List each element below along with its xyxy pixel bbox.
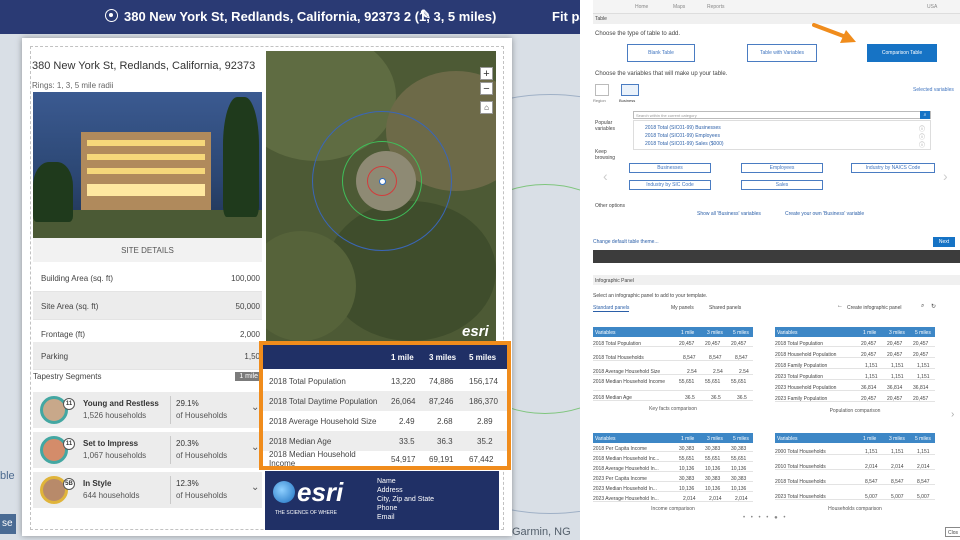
selected-variables-link[interactable]: Selected variables <box>913 87 954 93</box>
category-industry-sic[interactable]: Industry by SIC Code <box>629 180 711 190</box>
report-title: 380 New York St, Redlands, California, 9… <box>124 9 497 24</box>
footer-tagline: THE SCIENCE OF WHERE <box>275 510 337 516</box>
key-fact-row: 2018 Median Household Income 54,917 69,1… <box>269 450 494 468</box>
tapestry-segment[interactable]: 11 Young and Restless 1,526 households 2… <box>33 392 262 428</box>
zoom-out-button[interactable]: − <box>480 82 493 95</box>
blank-table-button[interactable]: Blank Table <box>627 44 695 62</box>
key-facts-table: 1 mile 3 miles 5 miles 2018 Total Popula… <box>259 341 511 470</box>
home-icon[interactable]: ⌂ <box>480 101 493 114</box>
panel-key-facts[interactable]: Variables 1 mile 3 miles 5 miles 2018 Total… <box>593 327 753 413</box>
create-panel-link[interactable]: Create infographic panel <box>847 305 901 311</box>
report-page: 380 New York St, Redlands, California, 9… <box>22 38 512 536</box>
pagination-dots[interactable]: • • • • ● • <box>743 515 787 521</box>
refresh-icon[interactable]: ↻ <box>931 303 936 310</box>
panel-income[interactable]: Variables 1 mile 3 miles 5 miles 2018 Per C… <box>593 433 753 513</box>
key-fact-row: 2018 Total Daytime Population 26,064 87,… <box>263 391 507 411</box>
report-preview-pane: 380 New York St, Redlands, California, 9… <box>0 0 580 540</box>
tapestry-heading: Tapestry Segments 1 mile <box>33 372 262 386</box>
popular-item[interactable]: 2018 Total (SIC01-99) Sales ($000) <box>645 141 724 147</box>
nav-home[interactable]: Home <box>635 4 648 10</box>
keep-browsing-label: Keep browsing <box>595 149 616 161</box>
category-businesses[interactable]: Businesses <box>629 163 711 173</box>
category-employees[interactable]: Employees <box>741 163 823 173</box>
tab-my-panels[interactable]: My panels <box>671 305 694 311</box>
edge-button[interactable]: se <box>0 514 16 534</box>
fit-page-button[interactable]: Fit pag <box>552 9 580 24</box>
key-fact-row: 2018 Average Household Size 2.49 2.68 2.… <box>269 417 493 426</box>
show-all-link[interactable]: Show all 'Business' variables <box>697 211 761 217</box>
search-icon[interactable]: ⌕ <box>921 303 924 310</box>
chevron-down-icon[interactable]: ⌄ <box>251 482 259 493</box>
chevron-left-icon[interactable]: ‹ <box>603 168 608 184</box>
detail-row: Parking 1,50 <box>33 342 262 370</box>
tapestry-segment[interactable]: 5B In Style 644 households 12.3% of Hous… <box>33 472 262 508</box>
tab-shared-panels[interactable]: Shared panels <box>709 305 741 311</box>
key-fact-row: 2018 Median Age 33.5 36.3 35.2 <box>263 431 507 451</box>
detail-row: Site Area (sq. ft) 50,000 <box>33 292 262 320</box>
other-options-label: Other options <box>595 203 626 209</box>
location-target-icon <box>105 9 118 22</box>
footer-logo: esri <box>297 477 344 507</box>
edit-pencil-icon[interactable]: ✎ <box>420 7 431 23</box>
region-tab-icon[interactable] <box>595 84 609 96</box>
radius-badge: 1 mile <box>235 372 262 381</box>
popular-item[interactable]: 2018 Total (SIC01-99) Employees <box>645 133 720 139</box>
info-icon[interactable]: ⓘ <box>919 140 925 149</box>
panel-population[interactable]: Variables 1 mile 3 miles 5 miles 2018 Total… <box>775 327 935 417</box>
variables-prompt: Choose the variables that will make up y… <box>595 71 728 77</box>
satellite-map[interactable]: + − ⌂ esri <box>266 51 496 341</box>
change-theme-link[interactable]: Change default table theme... <box>593 239 659 245</box>
key-facts-header: 1 mile 3 miles 5 miles <box>263 345 507 369</box>
popular-label: Popular variables <box>595 120 616 132</box>
map-attribution: Garmin, NG <box>512 526 571 538</box>
tab-standard-panels[interactable]: Standard panels <box>593 305 630 312</box>
locale-selector[interactable]: USA <box>927 4 937 10</box>
comparison-table-button[interactable]: Comparison Table <box>867 44 937 62</box>
key-fact-row: 2018 Total Population 13,220 74,886 156,… <box>269 377 498 386</box>
report-footer: esri THE SCIENCE OF WHERE Name Address C… <box>265 471 499 530</box>
popular-item[interactable]: 2018 Total (SIC01-99) Businesses <box>645 125 721 131</box>
edge-text: ble <box>0 470 15 482</box>
globe-icon <box>273 481 295 503</box>
site-address: 380 New York St, Redlands, California, 9… <box>32 60 256 72</box>
search-icon[interactable]: ⌕ <box>920 111 930 119</box>
panel-prompt: Select an infographic panel to add to yo… <box>593 293 708 299</box>
next-button[interactable]: Next <box>933 237 955 247</box>
location-pin-icon <box>379 178 386 185</box>
dialog-bottom-bar <box>593 250 960 263</box>
detail-row: Building Area (sq. ft) 100,000 <box>33 264 262 292</box>
dialog-header: Table <box>593 14 960 24</box>
category-industry-naics[interactable]: Industry by NAICS Code <box>851 163 935 173</box>
panel-header: Infographic Panel <box>593 275 960 285</box>
map-logo: esri <box>462 323 489 340</box>
table-with-variables-button[interactable]: Table with Variables <box>747 44 817 62</box>
tapestry-segment[interactable]: 11 Set to Impress 1,067 households 20.3%… <box>33 432 262 468</box>
infographic-panel-dialog: Infographic Panel Select an infographic … <box>593 275 960 540</box>
business-tab-icon[interactable] <box>621 84 639 96</box>
table-type-prompt: Choose the type of table to add. <box>595 31 681 37</box>
category-sales[interactable]: Sales <box>741 180 823 190</box>
tab-region[interactable]: Region <box>593 98 606 103</box>
ring-description: Rings: 1, 3, 5 mile radii <box>32 81 114 90</box>
variable-search-input[interactable]: Search within the current category <box>633 111 931 119</box>
close-button[interactable]: Clos <box>945 527 960 537</box>
site-details-heading: SITE DETAILS <box>33 238 262 262</box>
report-title-bar: 380 New York St, Redlands, California, 9… <box>0 0 580 34</box>
nav-maps[interactable]: Maps <box>673 4 685 10</box>
panel-households[interactable]: Variables 1 mile 3 miles 5 miles 2000 Total… <box>775 433 935 513</box>
create-variable-link[interactable]: Create your own 'Business' variable <box>785 211 864 217</box>
chevron-right-icon[interactable]: › <box>943 168 948 184</box>
site-photo <box>33 92 262 238</box>
add-table-dialog: Home Maps Reports USA Table Choose the t… <box>593 0 960 263</box>
back-arrow-icon[interactable]: ← <box>837 303 843 309</box>
callout-arrow-icon <box>812 23 856 43</box>
panel-divider <box>580 0 593 540</box>
zoom-in-button[interactable]: + <box>480 67 493 80</box>
footer-contact: Name Address City, Zip and State Phone E… <box>377 478 435 521</box>
tab-business[interactable]: Business <box>619 98 635 103</box>
chevron-right-icon[interactable]: › <box>951 409 954 420</box>
top-nav: Home Maps Reports USA <box>593 0 960 14</box>
nav-reports[interactable]: Reports <box>707 4 725 10</box>
